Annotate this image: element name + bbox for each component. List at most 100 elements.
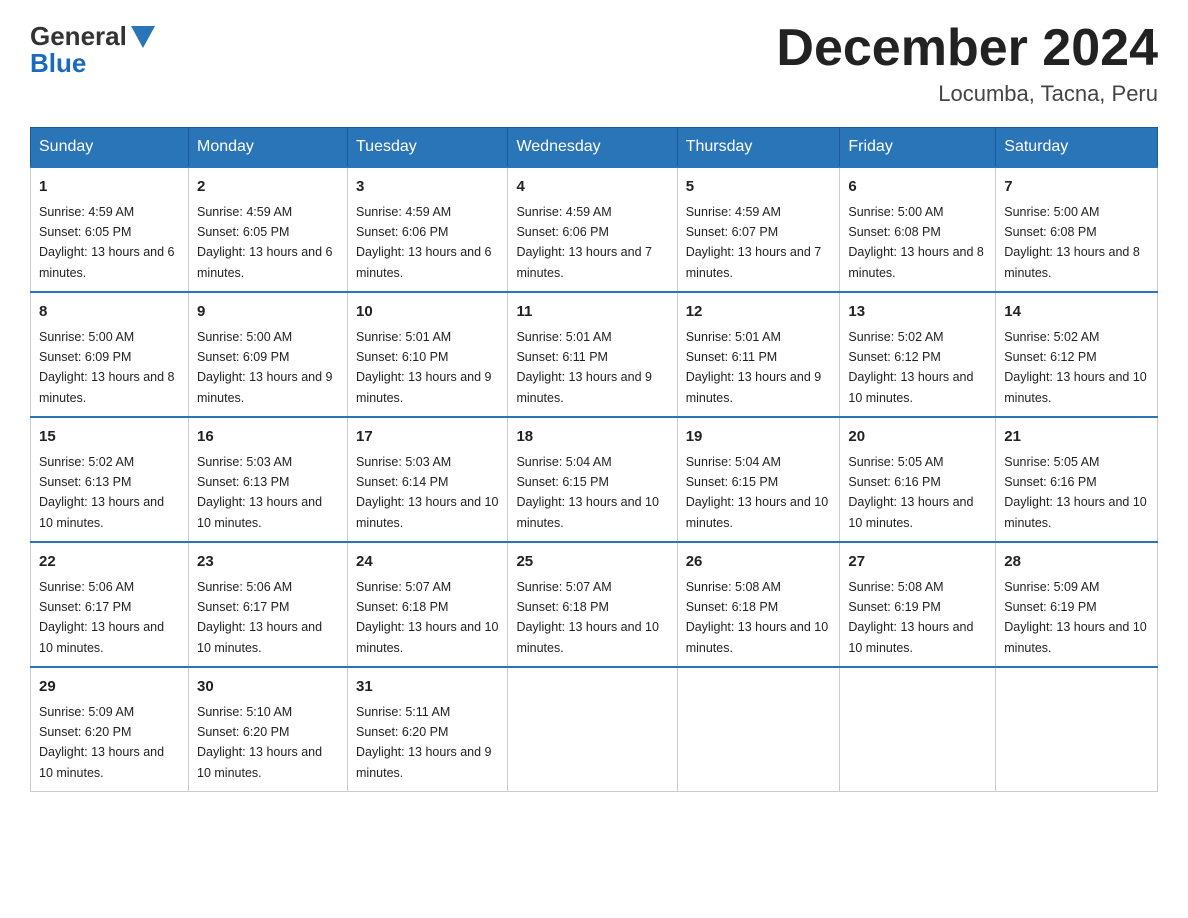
day-number: 23 [197, 551, 339, 574]
day-info: Sunrise: 4:59 AMSunset: 6:05 PMDaylight:… [197, 205, 333, 280]
calendar-day-cell: 30 Sunrise: 5:10 AMSunset: 6:20 PMDaylig… [189, 667, 348, 792]
calendar-day-cell [996, 667, 1158, 792]
calendar-day-cell: 7 Sunrise: 5:00 AMSunset: 6:08 PMDayligh… [996, 167, 1158, 292]
day-info: Sunrise: 5:01 AMSunset: 6:11 PMDaylight:… [516, 330, 652, 405]
calendar-day-cell: 10 Sunrise: 5:01 AMSunset: 6:10 PMDaylig… [348, 292, 508, 417]
day-info: Sunrise: 5:00 AMSunset: 6:09 PMDaylight:… [197, 330, 333, 405]
day-info: Sunrise: 4:59 AMSunset: 6:06 PMDaylight:… [356, 205, 492, 280]
calendar-week-row: 8 Sunrise: 5:00 AMSunset: 6:09 PMDayligh… [31, 292, 1158, 417]
logo-triangle-icon [127, 20, 159, 52]
day-number: 7 [1004, 176, 1149, 199]
calendar-day-cell: 11 Sunrise: 5:01 AMSunset: 6:11 PMDaylig… [508, 292, 677, 417]
day-number: 14 [1004, 301, 1149, 324]
main-title: December 2024 [776, 20, 1158, 77]
calendar-day-cell: 23 Sunrise: 5:06 AMSunset: 6:17 PMDaylig… [189, 542, 348, 667]
day-number: 26 [686, 551, 832, 574]
day-info: Sunrise: 5:04 AMSunset: 6:15 PMDaylight:… [516, 455, 658, 530]
day-info: Sunrise: 5:07 AMSunset: 6:18 PMDaylight:… [516, 580, 658, 655]
calendar-day-cell: 26 Sunrise: 5:08 AMSunset: 6:18 PMDaylig… [677, 542, 840, 667]
day-number: 10 [356, 301, 499, 324]
calendar-day-cell: 24 Sunrise: 5:07 AMSunset: 6:18 PMDaylig… [348, 542, 508, 667]
col-tuesday: Tuesday [348, 128, 508, 168]
day-info: Sunrise: 4:59 AMSunset: 6:06 PMDaylight:… [516, 205, 652, 280]
calendar-day-cell: 17 Sunrise: 5:03 AMSunset: 6:14 PMDaylig… [348, 417, 508, 542]
calendar-day-cell: 28 Sunrise: 5:09 AMSunset: 6:19 PMDaylig… [996, 542, 1158, 667]
day-info: Sunrise: 5:06 AMSunset: 6:17 PMDaylight:… [197, 580, 322, 655]
logo-general-text: General [30, 23, 127, 49]
day-number: 24 [356, 551, 499, 574]
day-number: 27 [848, 551, 987, 574]
calendar-week-row: 1 Sunrise: 4:59 AMSunset: 6:05 PMDayligh… [31, 167, 1158, 292]
calendar-day-cell: 27 Sunrise: 5:08 AMSunset: 6:19 PMDaylig… [840, 542, 996, 667]
day-number: 31 [356, 676, 499, 699]
calendar-week-row: 15 Sunrise: 5:02 AMSunset: 6:13 PMDaylig… [31, 417, 1158, 542]
day-info: Sunrise: 5:08 AMSunset: 6:18 PMDaylight:… [686, 580, 828, 655]
calendar-day-cell: 14 Sunrise: 5:02 AMSunset: 6:12 PMDaylig… [996, 292, 1158, 417]
page-header: General Blue December 2024 Locumba, Tacn… [30, 20, 1158, 107]
day-number: 6 [848, 176, 987, 199]
calendar-day-cell: 18 Sunrise: 5:04 AMSunset: 6:15 PMDaylig… [508, 417, 677, 542]
calendar-table: Sunday Monday Tuesday Wednesday Thursday… [30, 127, 1158, 792]
day-number: 17 [356, 426, 499, 449]
day-number: 12 [686, 301, 832, 324]
calendar-week-row: 29 Sunrise: 5:09 AMSunset: 6:20 PMDaylig… [31, 667, 1158, 792]
day-number: 4 [516, 176, 668, 199]
day-number: 28 [1004, 551, 1149, 574]
day-number: 9 [197, 301, 339, 324]
calendar-day-cell: 20 Sunrise: 5:05 AMSunset: 6:16 PMDaylig… [840, 417, 996, 542]
day-number: 8 [39, 301, 180, 324]
day-number: 21 [1004, 426, 1149, 449]
day-info: Sunrise: 5:00 AMSunset: 6:09 PMDaylight:… [39, 330, 175, 405]
day-info: Sunrise: 5:02 AMSunset: 6:12 PMDaylight:… [1004, 330, 1146, 405]
calendar-day-cell: 5 Sunrise: 4:59 AMSunset: 6:07 PMDayligh… [677, 167, 840, 292]
day-info: Sunrise: 5:02 AMSunset: 6:13 PMDaylight:… [39, 455, 164, 530]
day-info: Sunrise: 4:59 AMSunset: 6:05 PMDaylight:… [39, 205, 175, 280]
calendar-day-cell: 12 Sunrise: 5:01 AMSunset: 6:11 PMDaylig… [677, 292, 840, 417]
calendar-day-cell: 25 Sunrise: 5:07 AMSunset: 6:18 PMDaylig… [508, 542, 677, 667]
day-info: Sunrise: 5:05 AMSunset: 6:16 PMDaylight:… [1004, 455, 1146, 530]
day-number: 22 [39, 551, 180, 574]
day-number: 15 [39, 426, 180, 449]
day-number: 2 [197, 176, 339, 199]
calendar-day-cell: 8 Sunrise: 5:00 AMSunset: 6:09 PMDayligh… [31, 292, 189, 417]
day-number: 5 [686, 176, 832, 199]
day-number: 20 [848, 426, 987, 449]
day-info: Sunrise: 5:09 AMSunset: 6:20 PMDaylight:… [39, 705, 164, 780]
calendar-day-cell: 19 Sunrise: 5:04 AMSunset: 6:15 PMDaylig… [677, 417, 840, 542]
col-thursday: Thursday [677, 128, 840, 168]
day-number: 18 [516, 426, 668, 449]
day-number: 30 [197, 676, 339, 699]
day-number: 29 [39, 676, 180, 699]
day-number: 16 [197, 426, 339, 449]
calendar-day-cell: 31 Sunrise: 5:11 AMSunset: 6:20 PMDaylig… [348, 667, 508, 792]
day-info: Sunrise: 5:07 AMSunset: 6:18 PMDaylight:… [356, 580, 498, 655]
day-info: Sunrise: 5:00 AMSunset: 6:08 PMDaylight:… [1004, 205, 1140, 280]
day-info: Sunrise: 5:01 AMSunset: 6:10 PMDaylight:… [356, 330, 492, 405]
calendar-day-cell: 6 Sunrise: 5:00 AMSunset: 6:08 PMDayligh… [840, 167, 996, 292]
col-monday: Monday [189, 128, 348, 168]
day-info: Sunrise: 5:03 AMSunset: 6:14 PMDaylight:… [356, 455, 498, 530]
calendar-day-cell: 15 Sunrise: 5:02 AMSunset: 6:13 PMDaylig… [31, 417, 189, 542]
calendar-day-cell: 2 Sunrise: 4:59 AMSunset: 6:05 PMDayligh… [189, 167, 348, 292]
logo-blue-text: Blue [30, 48, 86, 79]
calendar-day-cell [508, 667, 677, 792]
col-wednesday: Wednesday [508, 128, 677, 168]
calendar-day-cell: 13 Sunrise: 5:02 AMSunset: 6:12 PMDaylig… [840, 292, 996, 417]
calendar-day-cell: 21 Sunrise: 5:05 AMSunset: 6:16 PMDaylig… [996, 417, 1158, 542]
calendar-day-cell [677, 667, 840, 792]
day-info: Sunrise: 5:11 AMSunset: 6:20 PMDaylight:… [356, 705, 492, 780]
day-number: 13 [848, 301, 987, 324]
calendar-week-row: 22 Sunrise: 5:06 AMSunset: 6:17 PMDaylig… [31, 542, 1158, 667]
calendar-day-cell: 3 Sunrise: 4:59 AMSunset: 6:06 PMDayligh… [348, 167, 508, 292]
day-info: Sunrise: 5:02 AMSunset: 6:12 PMDaylight:… [848, 330, 973, 405]
col-friday: Friday [840, 128, 996, 168]
title-section: December 2024 Locumba, Tacna, Peru [776, 20, 1158, 107]
day-info: Sunrise: 5:04 AMSunset: 6:15 PMDaylight:… [686, 455, 828, 530]
day-info: Sunrise: 4:59 AMSunset: 6:07 PMDaylight:… [686, 205, 822, 280]
col-saturday: Saturday [996, 128, 1158, 168]
day-info: Sunrise: 5:01 AMSunset: 6:11 PMDaylight:… [686, 330, 822, 405]
day-info: Sunrise: 5:09 AMSunset: 6:19 PMDaylight:… [1004, 580, 1146, 655]
calendar-day-cell: 29 Sunrise: 5:09 AMSunset: 6:20 PMDaylig… [31, 667, 189, 792]
calendar-day-cell: 22 Sunrise: 5:06 AMSunset: 6:17 PMDaylig… [31, 542, 189, 667]
day-number: 11 [516, 301, 668, 324]
